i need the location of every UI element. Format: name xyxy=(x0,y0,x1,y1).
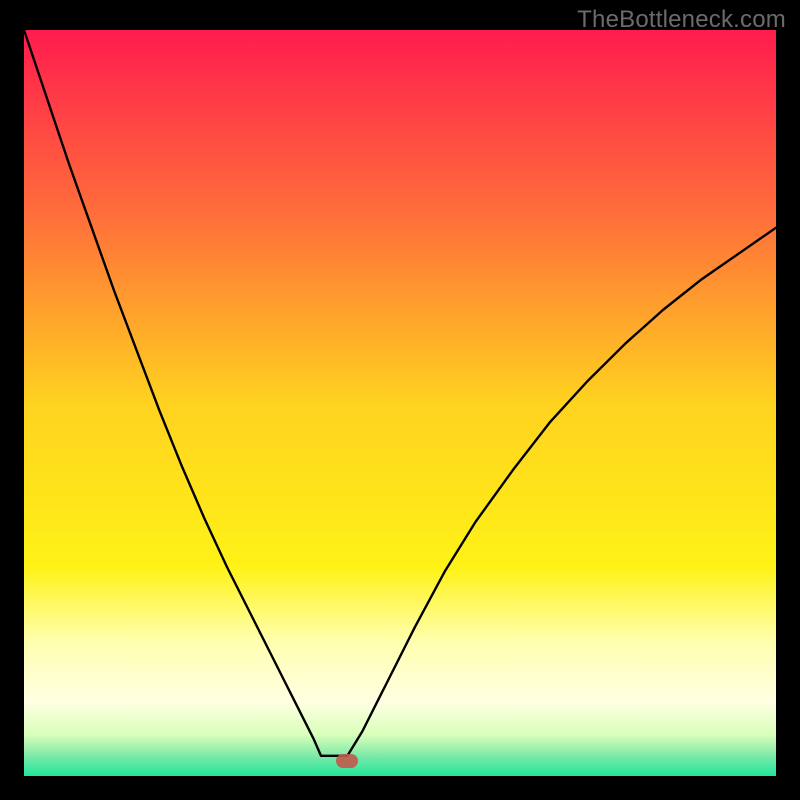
gradient-background xyxy=(24,30,776,776)
chart-svg xyxy=(24,30,776,776)
watermark-text: TheBottleneck.com xyxy=(577,6,786,34)
plot-area xyxy=(24,30,776,776)
optimal-point-marker xyxy=(336,754,358,768)
chart-frame: TheBottleneck.com xyxy=(0,0,800,800)
